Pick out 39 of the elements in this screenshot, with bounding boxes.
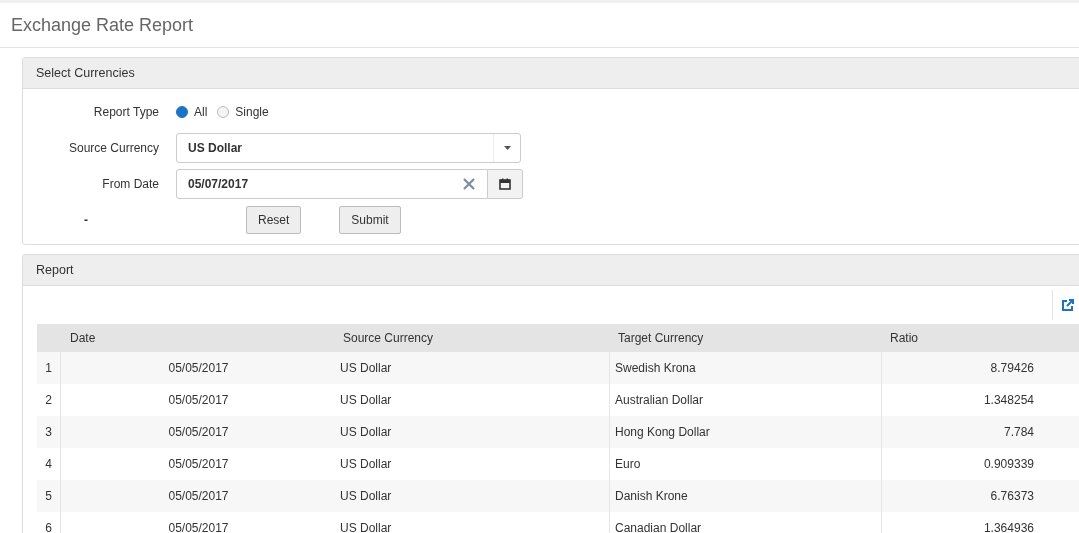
clear-icon[interactable] (463, 178, 475, 190)
radio-option[interactable]: All (176, 105, 208, 119)
table-cell-text: 05/05/2017 (167, 393, 230, 407)
panel-title: Report (36, 263, 74, 277)
table-cell-text: 05/05/2017 (167, 361, 230, 375)
column-header[interactable]: Target Currency (608, 331, 880, 345)
column-header[interactable]: Date (60, 331, 335, 345)
page-title: Exchange Rate Report (11, 14, 194, 36)
currency-dropdown[interactable]: US Dollar (176, 133, 521, 163)
action-button[interactable]: Reset (246, 206, 302, 234)
calendar-button[interactable] (488, 169, 523, 199)
date-field[interactable]: 05/07/2017 (176, 169, 488, 199)
table-cell-text: 05/05/2017 (167, 521, 230, 533)
table-cell-text: 05/05/2017 (167, 489, 230, 503)
field-label: Report Type (92, 105, 159, 119)
dash-text: - (84, 213, 89, 227)
table-cell-text: US Dollar (339, 489, 393, 503)
action-button[interactable]: Submit (339, 206, 401, 234)
table-cell-text: US Dollar (339, 457, 393, 471)
table-cell-text: 05/05/2017 (167, 425, 230, 439)
table-cell-text: US Dollar (339, 393, 393, 407)
column-header[interactable]: Ratio (880, 331, 918, 345)
table-cell: Canadian Dollar (609, 512, 881, 533)
column-header[interactable]: Source Currency (335, 331, 608, 345)
row-number: 6 (37, 512, 61, 533)
table-cell-text: US Dollar (339, 425, 393, 439)
table-cell-text: US Dollar (339, 521, 393, 533)
field-label: From Date (101, 177, 159, 191)
table-cell: 1.364936 (881, 512, 1034, 533)
caret-icon (503, 146, 511, 150)
radio-icon[interactable] (217, 106, 230, 118)
table-cell-text: US Dollar (339, 361, 393, 375)
table-cell-text: 05/05/2017 (167, 457, 230, 471)
field-label: Source Currency (67, 141, 159, 155)
radio-option[interactable]: Single (217, 105, 269, 119)
panel-title: Select Currencies (36, 66, 135, 80)
radio-icon[interactable] (176, 106, 188, 118)
export-icon (1061, 298, 1074, 312)
calendar-icon (499, 178, 511, 190)
